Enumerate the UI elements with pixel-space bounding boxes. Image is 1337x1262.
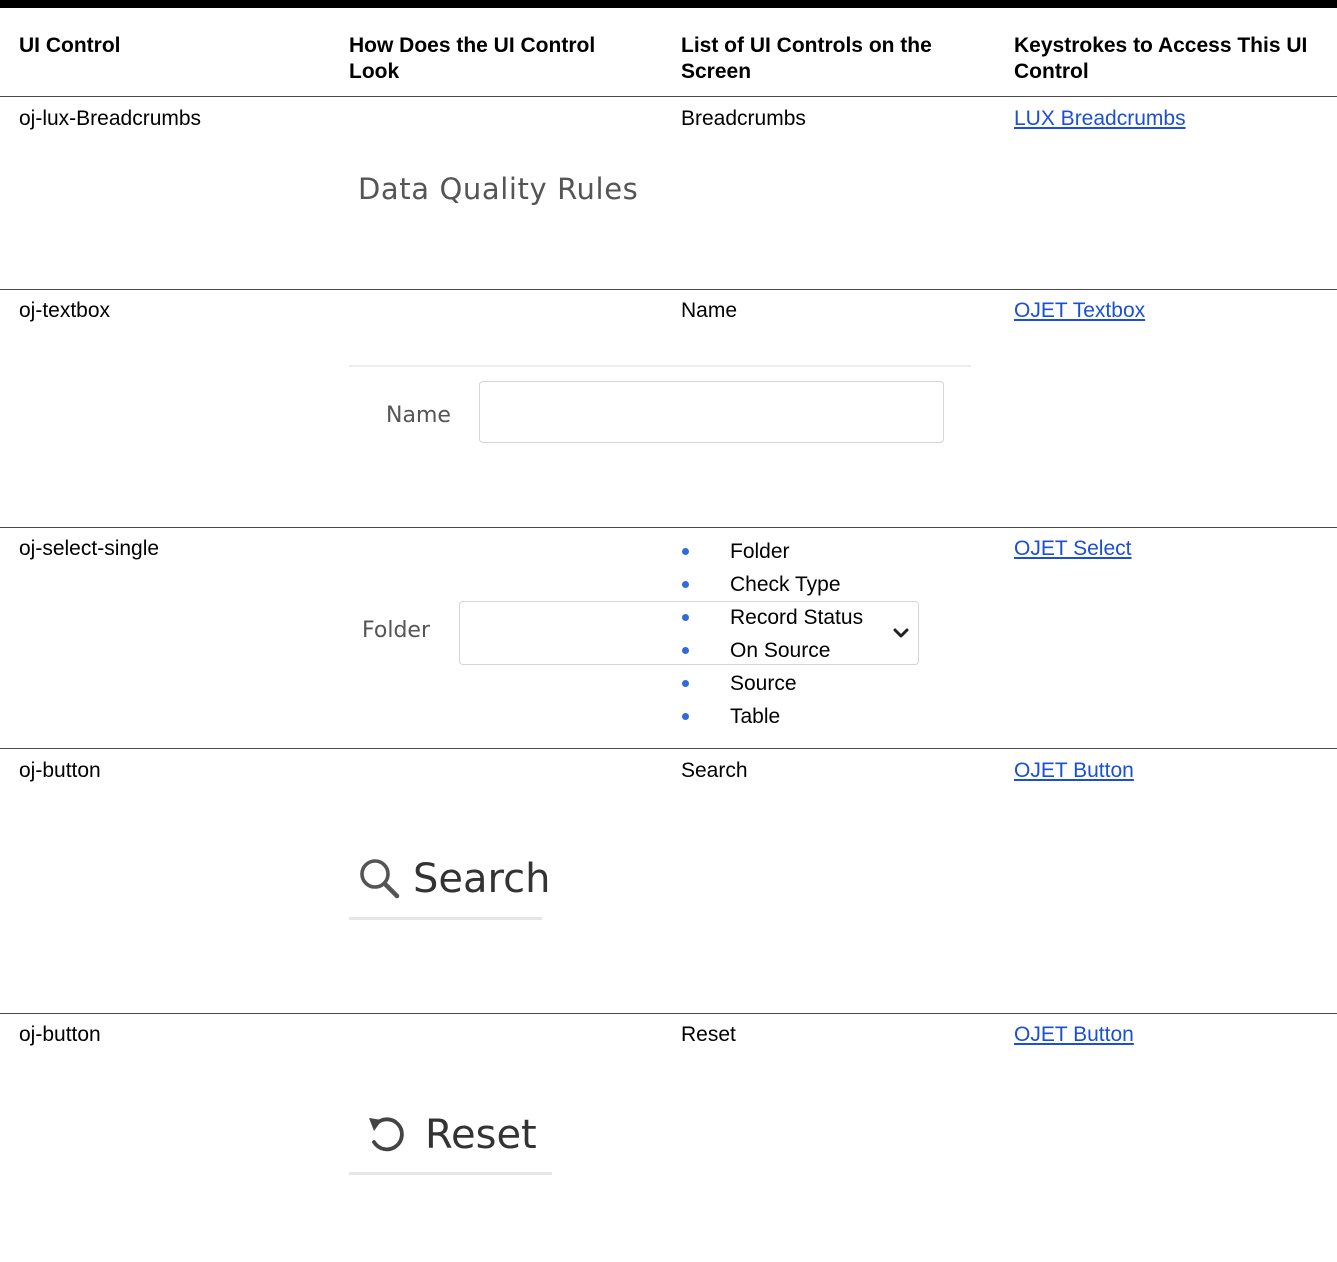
header-ui-control: UI Control [19, 34, 121, 57]
list-item-label: On Source [730, 639, 831, 662]
row-control-name: oj-lux-Breadcrumbs [19, 107, 202, 130]
row-divider [0, 289, 1337, 290]
table-top-rule [0, 0, 1337, 8]
list-item-label: Table [730, 705, 781, 728]
header-divider [0, 96, 1337, 97]
list-item: Check Type [681, 568, 863, 601]
header-list-of-controls: List of UI Controls on the Screen [681, 34, 932, 83]
row-control-name: oj-textbox [19, 299, 111, 322]
bullet-icon [682, 614, 689, 621]
list-item: On Source [681, 634, 863, 667]
search-button-preview: Search [357, 851, 550, 907]
row-divider [0, 748, 1337, 749]
control-bullet-list: Folder Check Type Record Status On Sourc… [681, 535, 863, 733]
list-item: Folder [681, 535, 863, 568]
ojet-button-link[interactable]: OJET Button [1014, 1022, 1134, 1048]
row-divider [0, 1013, 1337, 1014]
bullet-icon [682, 647, 689, 654]
reset-button-preview: Reset [365, 1107, 537, 1163]
reset-button-underline [349, 1172, 552, 1175]
list-item: Table [681, 700, 863, 733]
select-preview-label: Folder [362, 618, 430, 643]
ojet-textbox-link[interactable]: OJET Textbox [1014, 298, 1145, 324]
reset-icon [369, 1117, 404, 1152]
row-control-list: Name [681, 299, 738, 322]
row-control-name: oj-button [19, 1023, 101, 1046]
chevron-down-icon [893, 628, 909, 638]
list-item-label: Record Status [730, 606, 864, 629]
textbox-preview-label: Name [386, 403, 451, 428]
row-control-name: oj-select-single [19, 537, 160, 560]
row-control-name: oj-button [19, 759, 101, 782]
breadcrumb-preview: Data Quality Rules [358, 172, 639, 206]
list-item-label: Source [730, 672, 797, 695]
list-item: Source [681, 667, 863, 700]
lux-breadcrumbs-link[interactable]: LUX Breadcrumbs [1014, 106, 1186, 132]
header-how-it-looks: How Does the UI Control Look [349, 34, 596, 83]
textbox-preview-separator [349, 365, 971, 367]
search-button-underline [349, 917, 542, 920]
search-button-label: Search [413, 856, 551, 902]
search-icon [360, 859, 400, 899]
row-divider [0, 527, 1337, 528]
row-control-list: Reset [681, 1023, 736, 1046]
list-item-label: Check Type [730, 573, 841, 596]
ojet-select-link[interactable]: OJET Select [1014, 536, 1132, 562]
ojet-button-link[interactable]: OJET Button [1014, 758, 1134, 784]
list-item: Record Status [681, 601, 863, 634]
list-item-label: Folder [730, 540, 790, 563]
reset-button-label: Reset [425, 1112, 537, 1158]
bullet-icon [682, 581, 689, 588]
bullet-icon [682, 713, 689, 720]
row-control-list: Breadcrumbs [681, 107, 806, 130]
textbox-preview-field [479, 381, 944, 443]
bullet-icon [682, 548, 689, 555]
bullet-icon [682, 680, 689, 687]
header-keystrokes: Keystrokes to Access This UI Control [1014, 34, 1308, 83]
row-control-list: Search [681, 759, 748, 782]
